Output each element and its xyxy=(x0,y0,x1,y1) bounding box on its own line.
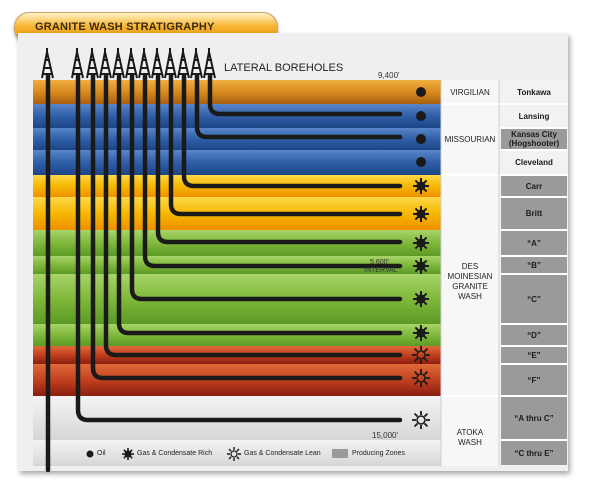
depth-top: 9,400' xyxy=(378,71,400,80)
zone-britt: Britt xyxy=(525,209,543,218)
zone-a-thru-c: “A thru C” xyxy=(514,414,554,423)
zone-b: “B” xyxy=(527,261,541,270)
derrick-icon xyxy=(164,48,177,79)
stage-atoka-wash: ATOKA WASH xyxy=(456,428,484,447)
zone-d: “D” xyxy=(527,331,541,340)
derrick-icon xyxy=(125,48,138,79)
oil-dot-icon xyxy=(416,87,426,97)
derrick-icon xyxy=(190,48,203,79)
zone-c: “C” xyxy=(527,295,541,304)
zone-f: “F” xyxy=(527,376,541,385)
stage-missourian: MISSOURIAN xyxy=(444,135,496,144)
derrick-icon xyxy=(86,48,99,79)
zone-carr: Carr xyxy=(525,182,543,191)
stage-virgilian: VIRGILIAN xyxy=(450,88,490,97)
derrick-icon xyxy=(151,48,164,79)
derrick-icon xyxy=(203,48,216,79)
oil-dot-icon xyxy=(416,111,426,121)
depth-interval-value: 5,600' xyxy=(370,259,389,266)
depth-interval-label: INTERVAL xyxy=(364,267,398,274)
depth-bottom: 15,000' xyxy=(372,431,398,440)
zone-lansing: Lansing xyxy=(518,112,550,121)
stage-des-moinesian: DES MOINESIAN GRANITE WASH xyxy=(447,262,493,301)
zone-c-thru-e: “C thru E” xyxy=(514,449,554,458)
legend-lean-label: Gas & Condensate Lean xyxy=(244,450,321,457)
legend-oil-icon xyxy=(86,450,94,458)
zone-kansas-city: Kansas City (Hogshooter) xyxy=(508,130,560,148)
derrick-icon xyxy=(99,48,112,79)
derrick-icon xyxy=(71,48,84,79)
legend-producing-swatch xyxy=(332,449,348,458)
legend-rich-label: Gas & Condensate Rich xyxy=(137,450,213,457)
zone-tonkawa: Tonkawa xyxy=(517,88,551,97)
derrick-icon xyxy=(41,48,54,79)
boreholes-label: LATERAL BOREHOLES xyxy=(224,62,344,74)
zone-cleveland: Cleveland xyxy=(515,158,553,167)
derrick-icon xyxy=(138,48,151,79)
zone-e: “E” xyxy=(527,351,541,360)
oil-dot-icon xyxy=(416,157,426,167)
derrick-icon xyxy=(177,48,190,79)
oil-dot-icon xyxy=(416,134,426,144)
derrick-icon xyxy=(112,48,125,79)
zone-a: “A” xyxy=(527,239,541,248)
legend-oil-label: Oil xyxy=(97,450,106,457)
legend-producing-label: Producing Zones xyxy=(352,450,405,457)
derrick-icons xyxy=(41,48,216,79)
